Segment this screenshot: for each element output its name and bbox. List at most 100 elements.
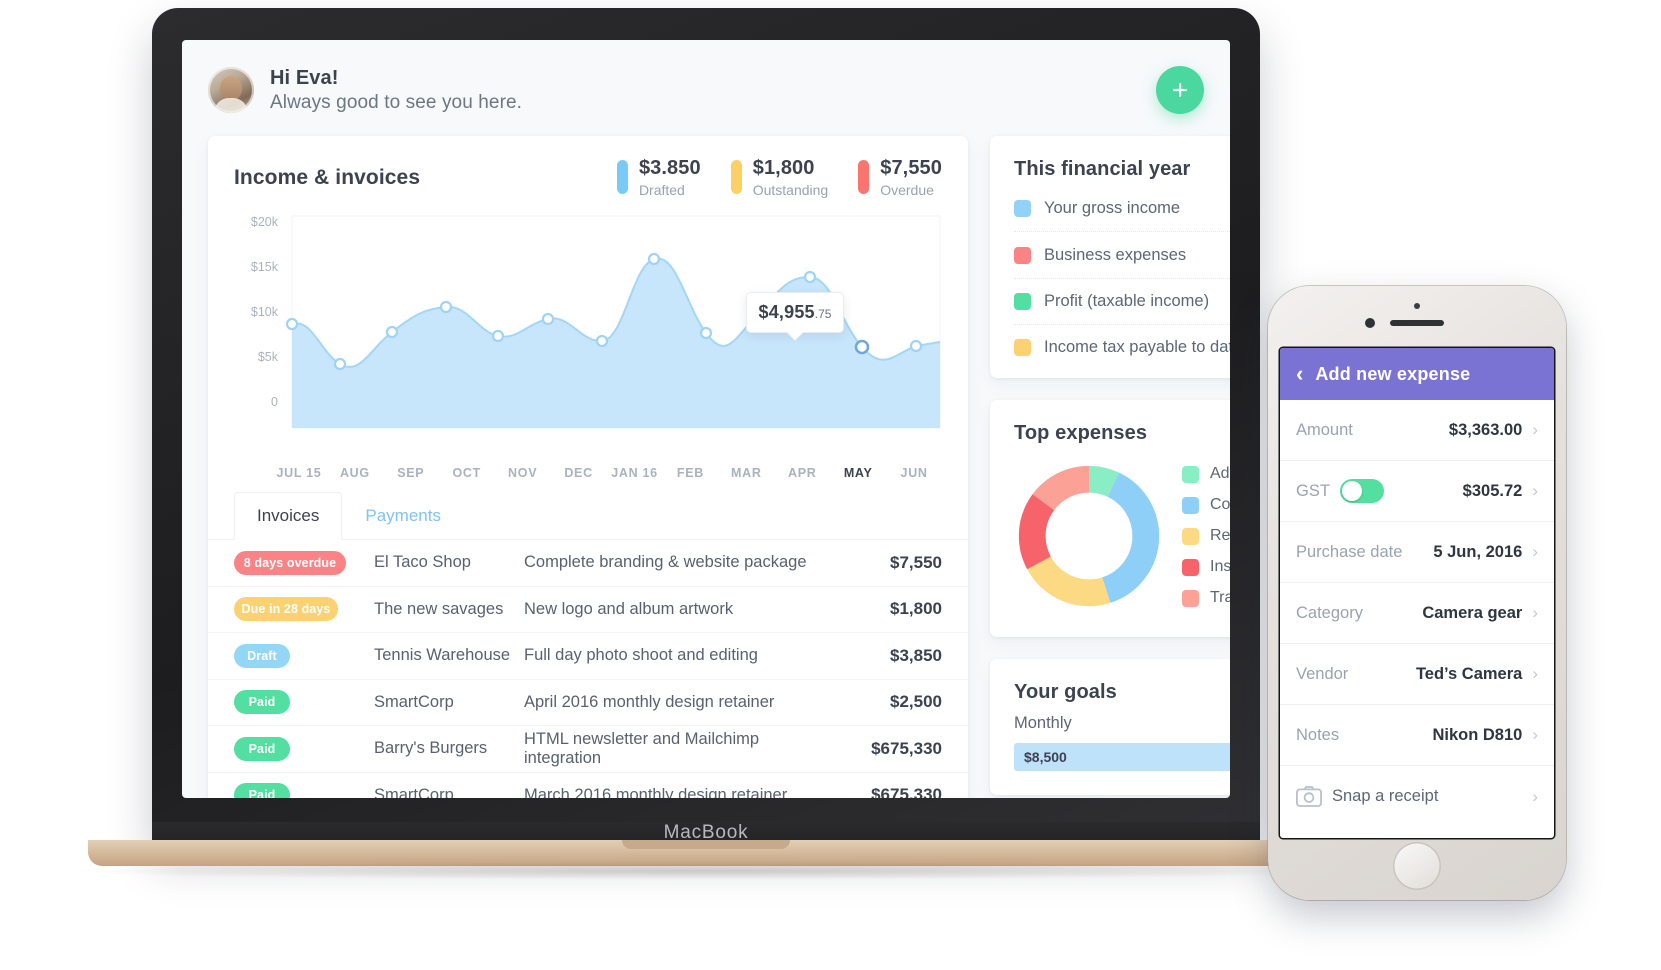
row-client: El Taco Shop: [374, 553, 471, 572]
phone-row-key: GST: [1296, 481, 1330, 500]
tab-invoices[interactable]: Invoices: [234, 492, 343, 540]
right-column: This financial year Your gross income $6…: [990, 136, 1230, 795]
iphone-speaker: [1390, 320, 1444, 326]
fy-row-business-expenses: Business expenses $18,329: [1014, 232, 1230, 279]
svg-text:$20k: $20k: [251, 215, 279, 229]
macbook-shadow: [78, 862, 1334, 880]
phone-row-gst[interactable]: GST $305.72 ›: [1280, 461, 1554, 522]
chevron-right-icon: ›: [1532, 725, 1538, 744]
fy-swatch: [1014, 339, 1031, 356]
income-card-header: Income & invoices $3.850 Drafted $1,800 …: [208, 136, 968, 208]
phone-row-purchase-date[interactable]: Purchase date 5 Jun, 2016 ›: [1280, 522, 1554, 583]
phone-row-key: Vendor: [1296, 664, 1349, 683]
legend-label-outstanding: Outstanding: [752, 182, 829, 198]
x-tick-4: NOV: [508, 466, 538, 480]
expense-swatch: [1182, 558, 1199, 576]
chart-x-axis: JUL 15 AUG SEP OCT NOV DEC JAN 16 FEB MA…: [208, 460, 968, 480]
expense-label: Travel: [1210, 589, 1230, 606]
expense-label: Advertising: [1210, 465, 1230, 482]
x-tick-5: DEC: [564, 466, 593, 480]
expense-label: Contractors: [1210, 496, 1230, 513]
phone-row-value: 5 Jun, 2016: [1433, 542, 1523, 561]
row-description: March 2016 monthly design retainer: [524, 785, 788, 798]
table-row[interactable]: Paid Barry's Burgers HTML newsletter and…: [208, 726, 968, 773]
iphone-camera: [1365, 318, 1375, 328]
top-expenses-card: Top expenses Ad Co Re Ins Tra: [990, 400, 1230, 637]
table-row[interactable]: Paid SmartCorp March 2016 monthly design…: [208, 773, 968, 798]
tooltip-amount: $4,955: [758, 302, 815, 322]
active-data-point: [854, 339, 870, 355]
camera-icon: [1296, 786, 1322, 807]
legend-item-outstanding: $1,800 Outstanding: [730, 158, 829, 198]
income-legend: $3.850 Drafted $1,800 Outstanding $7,550…: [616, 158, 942, 198]
fy-row-income-tax: Income tax payable to date: [1014, 325, 1230, 370]
top-expenses-title: Top expenses: [1014, 422, 1148, 444]
table-row[interactable]: 8 days overdue El Taco Shop Complete bra…: [208, 540, 968, 587]
phone-header-title: Add new expense: [1315, 363, 1471, 384]
plus-icon: [1173, 83, 1187, 97]
x-tick-7: FEB: [676, 466, 704, 480]
table-row[interactable]: Draft Tennis Warehouse Full day photo sh…: [208, 633, 968, 680]
legend-value-overdue: $7,550: [880, 157, 942, 179]
phone-row-notes[interactable]: Notes Nikon D810 ›: [1280, 705, 1554, 766]
expense-swatch: [1182, 527, 1199, 545]
x-tick-3: OCT: [452, 466, 481, 480]
screenshot-root: Hi Eva! Always good to see you here. Inc…: [0, 0, 1661, 970]
snap-receipt-label: Snap a receipt: [1332, 787, 1439, 805]
x-tick-1: AUG: [339, 466, 370, 480]
status-badge: Paid: [234, 783, 290, 798]
income-area-chart: $20k $15k $10k $5k 0 $4,955.75: [208, 208, 968, 460]
legend-label-drafted: Drafted: [638, 182, 685, 198]
legend-item-overdue: $7,550 Overdue: [858, 158, 942, 198]
invoices-table: 8 days overdue El Taco Shop Complete bra…: [208, 540, 968, 798]
phone-row-value: Camera gear: [1422, 603, 1523, 622]
expense-legend-travel: Travel: [1182, 589, 1230, 607]
fy-label: Your gross income: [1044, 198, 1181, 217]
svg-text:$5k: $5k: [258, 350, 279, 364]
area-chart-svg: $20k $15k $10k $5k 0: [251, 215, 941, 429]
svg-text:0: 0: [271, 395, 278, 409]
chevron-right-icon: ›: [1532, 420, 1538, 439]
x-tick-0: JUL 15: [276, 466, 322, 480]
legend-item-drafted: $3.850 Drafted: [616, 158, 701, 198]
x-tick-10: MAY: [843, 466, 873, 480]
phone-row-vendor[interactable]: Vendor Ted’s Camera ›: [1280, 644, 1554, 705]
greeting-subtitle: Always good to see you here.: [270, 91, 523, 113]
iphone-home-button[interactable]: [1393, 842, 1441, 890]
expense-label: Insurance: [1210, 558, 1230, 575]
expense-label: Rent: [1210, 527, 1230, 544]
expense-swatch: [1182, 465, 1199, 483]
dashboard: Hi Eva! Always good to see you here. Inc…: [182, 40, 1230, 798]
legend-label-overdue: Overdue: [880, 182, 934, 198]
table-row[interactable]: Due in 28 days The new savages New logo …: [208, 587, 968, 633]
tab-payments[interactable]: Payments: [342, 492, 464, 540]
x-tick-11: JUN: [900, 466, 928, 480]
phone-row-category[interactable]: Category Camera gear ›: [1280, 583, 1554, 644]
expense-swatch: [1182, 496, 1199, 514]
phone-row-key: Purchase date: [1296, 542, 1403, 561]
back-chevron-icon[interactable]: ‹: [1296, 361, 1303, 387]
phone-row-key: Notes: [1296, 725, 1340, 744]
greeting-bar: Hi Eva! Always good to see you here.: [208, 66, 1204, 114]
phone-row-value: $305.72: [1462, 481, 1523, 500]
phone-row-amount[interactable]: Amount $3,363.00 ›: [1280, 400, 1554, 461]
goals-title: Your goals: [1014, 681, 1117, 703]
legend-swatch-overdue: [858, 160, 870, 194]
fy-swatch: [1014, 199, 1031, 217]
goals-bar-value: $8,500: [1024, 749, 1067, 765]
macbook-screen: Hi Eva! Always good to see you here. Inc…: [182, 40, 1230, 798]
table-row[interactable]: Paid SmartCorp April 2016 monthly design…: [208, 680, 968, 726]
fy-swatch: [1014, 293, 1031, 310]
phone-row-value: $3,363.00: [1448, 420, 1523, 439]
status-badge: Due in 28 days: [234, 597, 338, 622]
row-amount: $2,500: [890, 692, 942, 712]
row-amount: $3,850: [890, 645, 942, 665]
phone-row-snap-receipt[interactable]: Snap a receipt ›: [1280, 766, 1554, 827]
fy-swatch: [1014, 246, 1031, 264]
x-tick-6: JAN 16: [611, 466, 658, 480]
fy-label: Profit (taxable income): [1044, 292, 1210, 310]
gst-toggle[interactable]: [1339, 479, 1384, 503]
expense-swatch: [1182, 589, 1199, 607]
x-tick-8: MAR: [731, 466, 762, 480]
add-button[interactable]: [1156, 66, 1204, 114]
